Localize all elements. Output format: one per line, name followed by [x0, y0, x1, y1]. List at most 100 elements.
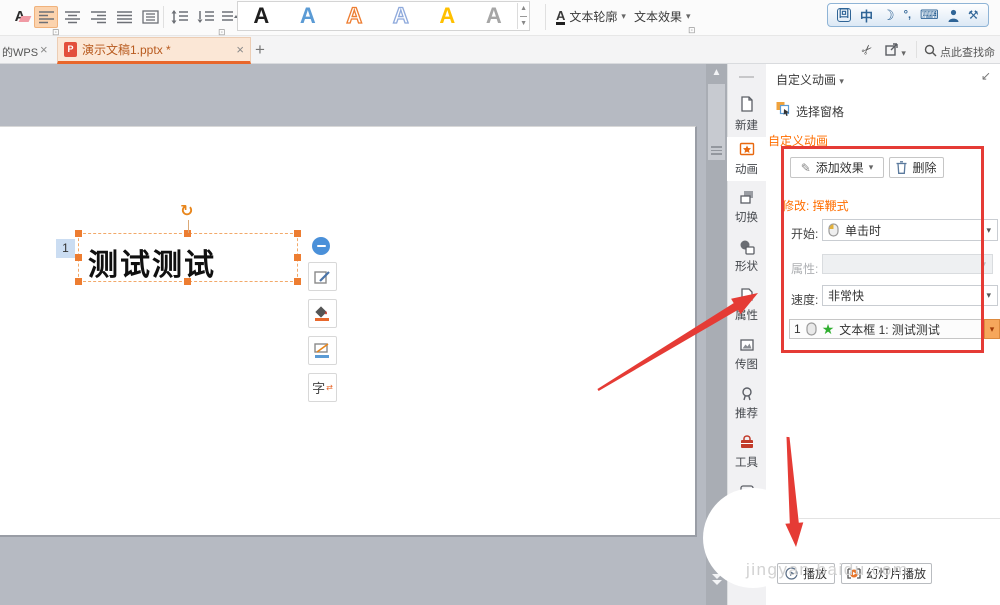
ime-punctuation-icon[interactable]: °, [904, 9, 911, 21]
resize-handle-se[interactable] [294, 278, 301, 285]
shape-style-button[interactable] [308, 262, 337, 291]
export-button[interactable]: ▾ [885, 43, 906, 59]
start-select[interactable]: 单击时 ▾ [822, 219, 998, 241]
pane-handle[interactable] [739, 76, 754, 78]
shapes-icon [739, 239, 755, 255]
custom-animation-section-title: 自定义动画 [768, 132, 828, 149]
resize-handle-sw[interactable] [75, 278, 82, 285]
ime-fullhalf-moon-icon[interactable]: ☽ [882, 7, 895, 24]
ime-logo-icon[interactable]: 回 [837, 8, 851, 22]
item-options-dropdown[interactable]: ▾ [984, 319, 1000, 339]
distribute-button[interactable] [138, 6, 162, 28]
justify-icon [116, 10, 133, 24]
watermark-text: jingyan.baidu.com [746, 560, 909, 580]
scroll-up-icon[interactable]: ▲ [706, 68, 727, 78]
sidebar-item-tools[interactable]: 工具 [727, 454, 766, 470]
sidebar-item-transition[interactable]: 切换 [727, 209, 766, 225]
align-left-button[interactable] [34, 6, 58, 28]
dialog-launcher-icon[interactable]: ⊡ [688, 26, 696, 34]
align-center-button[interactable] [60, 6, 84, 28]
group-separator [163, 6, 164, 28]
resize-handle-nw[interactable] [75, 230, 82, 237]
dialog-launcher-icon[interactable]: ⊡ [52, 28, 60, 36]
wordart-style-1[interactable]: A [238, 3, 285, 29]
wordart-style-2[interactable]: A [285, 3, 332, 29]
justify-button[interactable] [112, 6, 136, 28]
align-right-button[interactable] [86, 6, 110, 28]
home-tab[interactable]: 的WPS [2, 44, 38, 60]
dropdown-icon: ▾ [986, 225, 991, 236]
fill-color-icon [314, 305, 331, 322]
resize-handle-e[interactable] [294, 254, 301, 261]
item-label: 文本框 1: 测试测试 [839, 321, 940, 338]
selection-pane-button[interactable]: 选择窗格 [796, 103, 844, 120]
sidebar-item-recommend[interactable]: 推荐 [727, 405, 766, 421]
line-spacing-button[interactable] [168, 6, 192, 28]
resize-handle-w[interactable] [75, 254, 82, 261]
sidebar-item-shapes[interactable]: 形状 [727, 258, 766, 274]
ime-wrench-icon[interactable]: ⚒ [968, 8, 979, 22]
wordart-style-3[interactable]: A [331, 3, 378, 29]
upload-image-icon [739, 337, 755, 353]
search-command-input[interactable]: 点此查找命 [940, 44, 995, 60]
ime-mode-toggle[interactable]: 中 [860, 6, 873, 25]
outline-color-button[interactable] [308, 336, 337, 365]
increase-indent-button[interactable] [194, 6, 218, 28]
trash-icon [896, 161, 907, 174]
wordart-style-6[interactable]: A [471, 3, 518, 29]
wordart-style-4[interactable]: A [378, 3, 425, 29]
ribbon-toolbar: A ⊡ ▾ ⊡ [0, 0, 1000, 36]
sidebar-item-animation[interactable]: 动画 [727, 161, 766, 177]
wordart-style-5[interactable]: A [424, 3, 471, 29]
mouse-icon [806, 322, 817, 336]
textbox-text[interactable]: 测试测试 [88, 240, 216, 284]
rotate-handle-icon[interactable]: ↻ [180, 201, 193, 221]
panel-title[interactable]: 自定义动画 ▾ [776, 71, 844, 88]
mouse-icon [828, 223, 839, 237]
close-icon[interactable]: × [40, 43, 48, 56]
text-settings-button[interactable]: 字 ⇄ [308, 373, 337, 402]
text-effects-label: 文本效果 [634, 8, 682, 25]
close-icon[interactable]: × [236, 43, 244, 56]
resize-handle-ne[interactable] [294, 230, 301, 237]
sidebar-item-properties[interactable]: 属性 [727, 307, 766, 323]
text-outline-button[interactable]: A 文本轮廓 ▾ [556, 8, 626, 25]
slide-canvas[interactable] [0, 126, 697, 537]
dropdown-icon: ▾ [986, 290, 991, 301]
toolbar-separator [916, 41, 917, 58]
swap-arrows-icon: ⇄ [326, 383, 333, 392]
outline-color-icon [314, 342, 331, 359]
scrollbar-thumb[interactable] [708, 84, 725, 160]
add-effect-button[interactable]: ✎ 添加效果 ▾ [790, 157, 884, 178]
animation-list-item[interactable]: 1 ★ 文本框 1: 测试测试 [789, 319, 984, 339]
align-left-icon [38, 10, 55, 24]
clear-format-button[interactable]: A [8, 5, 32, 27]
text-effects-button[interactable]: 文本效果 ▾ [634, 8, 691, 25]
text-outline-label: 文本轮廓 [569, 8, 617, 25]
dropdown-icon: ▾ [981, 259, 986, 270]
new-tab-button[interactable]: + [255, 40, 265, 60]
collapse-panel-icon[interactable]: ↙ [981, 69, 991, 83]
ime-user-icon[interactable] [948, 9, 959, 22]
active-document-tab[interactable]: P 演示文稿1.pptx * × [57, 37, 251, 64]
start-label: 开始: [791, 225, 818, 242]
speed-select[interactable]: 非常快 ▾ [822, 285, 998, 306]
dropdown-icon: ▾ [839, 76, 844, 86]
delete-button[interactable]: 删除 [889, 157, 944, 178]
wps-presentation-window: A ⊡ ▾ ⊡ [0, 0, 1000, 605]
transition-icon [739, 189, 755, 205]
new-page-icon [739, 96, 755, 112]
group-separator [545, 4, 546, 30]
modify-effect-label: 修改: 挥鞭式 [782, 197, 849, 214]
ime-keyboard-icon[interactable]: ⌨ [920, 7, 939, 23]
fill-color-button[interactable] [308, 299, 337, 328]
export-icon [885, 43, 898, 56]
collapse-quick-toolbar-button[interactable] [312, 237, 330, 255]
sidebar-item-upload[interactable]: 传图 [727, 356, 766, 372]
sidebar-item-new[interactable]: 新建 [727, 117, 766, 133]
gallery-scroll-control[interactable]: ▲ ▼ [517, 3, 529, 29]
dialog-launcher-icon[interactable]: ⊡ [218, 28, 226, 36]
search-icon[interactable] [924, 44, 937, 60]
item-order: 1 [794, 322, 801, 336]
speed-label: 速度: [791, 291, 818, 308]
